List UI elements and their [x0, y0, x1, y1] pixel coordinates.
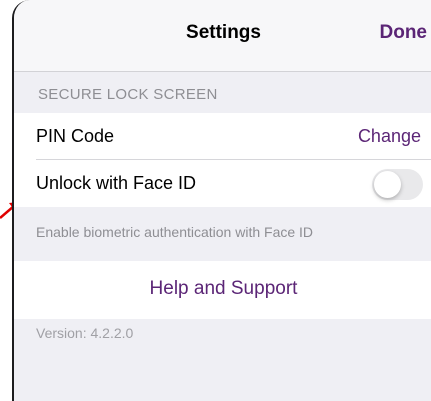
settings-screen: Settings Done SECURE LOCK SCREEN PIN Cod…	[12, 0, 431, 401]
done-button[interactable]: Done	[380, 22, 428, 44]
section-header: SECURE LOCK SCREEN	[38, 86, 218, 103]
face-id-footer-note: Enable biometric authentication with Fac…	[36, 224, 314, 240]
pin-code-label: PIN Code	[36, 126, 115, 146]
navigation-bar: Settings Done	[14, 0, 431, 72]
pin-code-row[interactable]: PIN Code Change	[14, 113, 431, 160]
change-pin-button[interactable]: Change	[358, 126, 421, 147]
secure-lock-group: PIN Code Change Unlock with Face ID	[14, 113, 431, 207]
face-id-toggle[interactable]	[372, 169, 423, 200]
face-id-label: Unlock with Face ID	[36, 173, 197, 193]
toggle-knob	[374, 171, 401, 198]
page-title: Settings	[186, 22, 261, 43]
help-and-support-row[interactable]: Help and Support	[14, 261, 431, 319]
version-label: Version: 4.2.2.0	[36, 325, 134, 341]
help-and-support-link[interactable]: Help and Support	[150, 278, 298, 300]
face-id-row: Unlock with Face ID	[14, 160, 431, 207]
